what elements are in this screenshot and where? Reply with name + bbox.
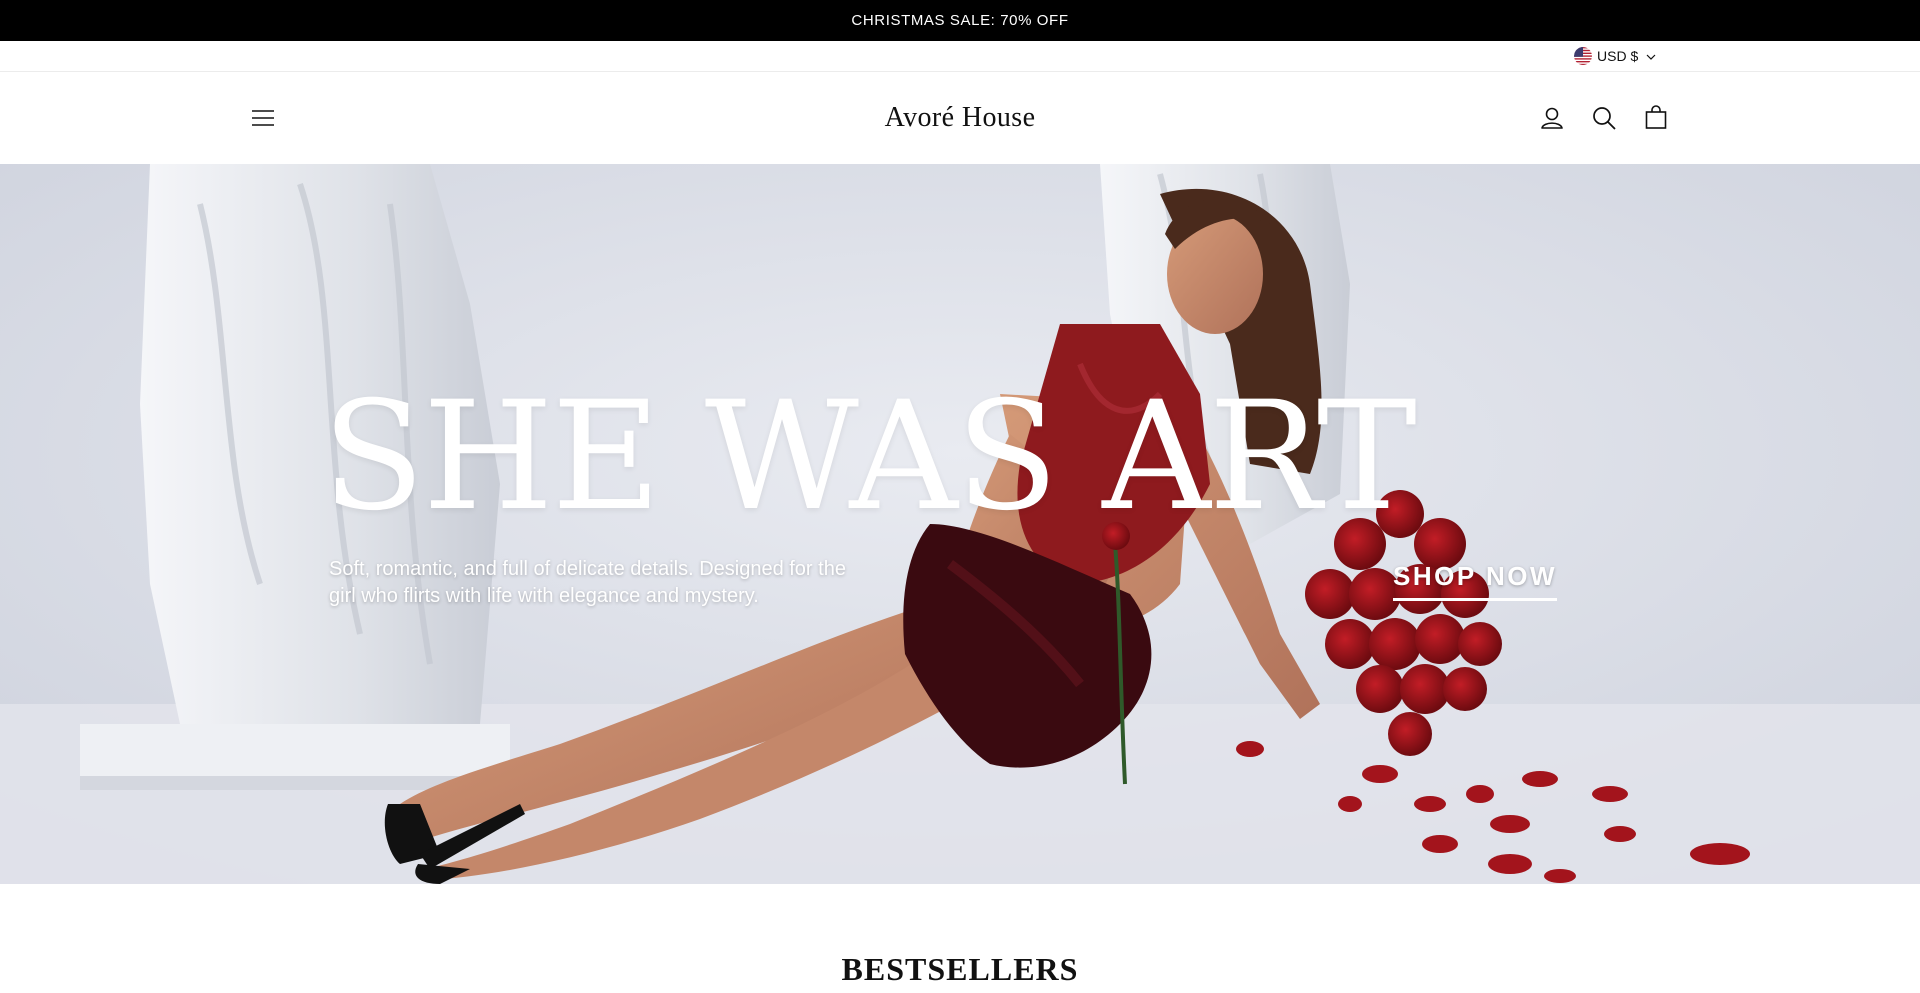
search-icon[interactable] (1590, 104, 1618, 132)
hero-headline: SHE WAS ART (322, 370, 1417, 544)
account-icon[interactable] (1538, 104, 1566, 132)
chevron-down-icon (1645, 50, 1657, 62)
currency-label: USD $ (1597, 48, 1639, 64)
us-flag-icon (1574, 47, 1592, 65)
hero-subtext: Soft, romantic, and full of delicate det… (329, 558, 846, 607)
hero-banner[interactable]: SHE WAS ART Soft, romantic, and full of … (0, 164, 1920, 884)
shop-now-button[interactable]: SHOP NOW (1393, 561, 1557, 601)
utility-bar: USD $ (0, 41, 1920, 72)
announcement-text: CHRISTMAS SALE: 70% OFF (851, 12, 1069, 29)
cart-icon[interactable] (1642, 104, 1670, 132)
site-header: Avoré House (0, 72, 1920, 164)
currency-selector[interactable]: USD $ (1574, 46, 1657, 66)
bestsellers-heading: BESTSELLERS (841, 951, 1079, 987)
announcement-bar: CHRISTMAS SALE: 70% OFF (0, 0, 1920, 41)
site-logo[interactable]: Avoré House (0, 102, 1920, 134)
